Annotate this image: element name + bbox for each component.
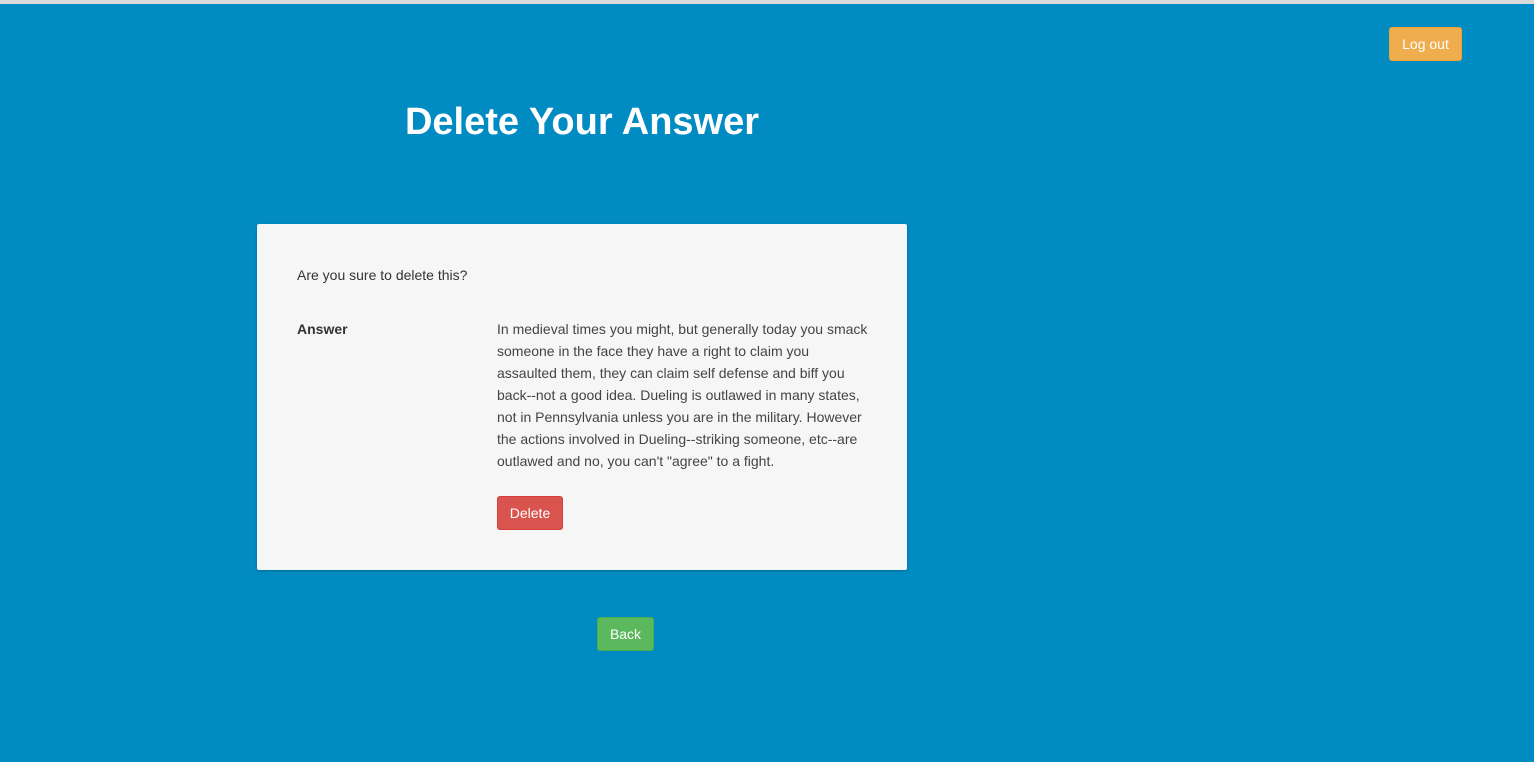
answer-text: In medieval times you might, but general… (497, 321, 868, 469)
logout-button[interactable]: Log out (1389, 27, 1462, 61)
confirm-text: Are you sure to delete this? (297, 267, 468, 283)
page: { "header": { "logout_label": "Log out" … (0, 0, 1534, 762)
delete-button[interactable]: Delete (497, 496, 563, 530)
delete-confirmation-panel: Are you sure to delete this? Answer In m… (257, 224, 907, 570)
top-border (0, 0, 1534, 4)
back-button[interactable]: Back (597, 617, 654, 651)
page-title: Delete Your Answer (404, 101, 760, 143)
answer-label: Answer (297, 321, 348, 337)
